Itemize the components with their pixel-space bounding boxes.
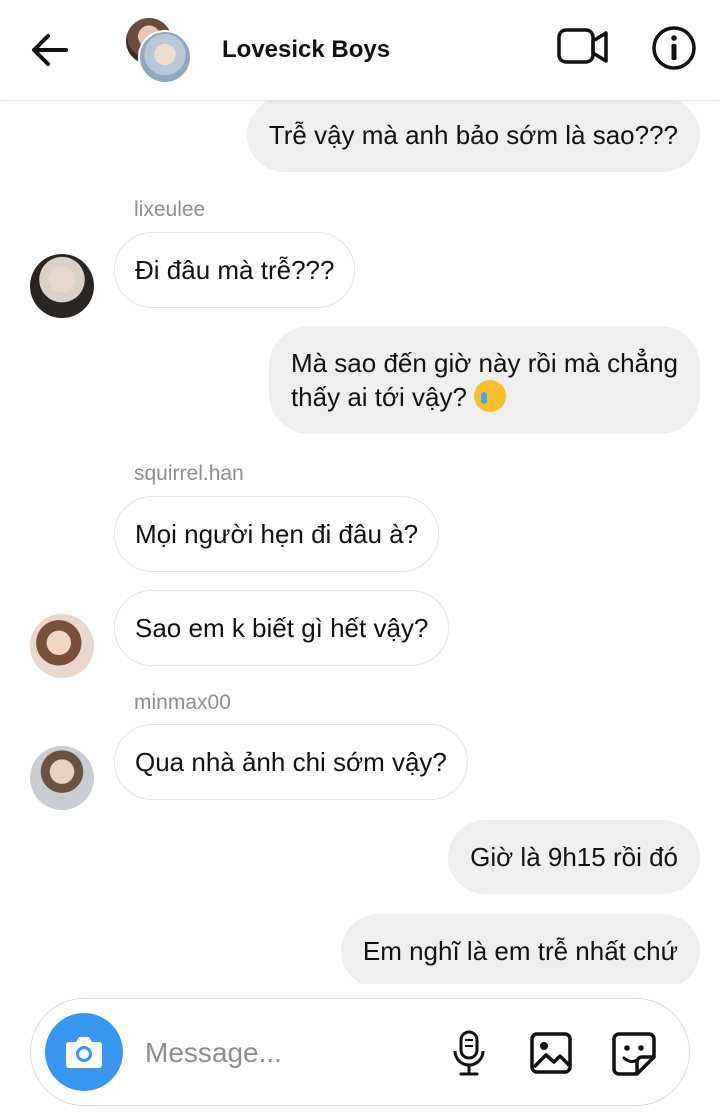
message-incoming[interactable]: Qua nhà ảnh chi sớm vậy? bbox=[114, 724, 468, 800]
avatar[interactable] bbox=[30, 746, 94, 810]
message-incoming[interactable]: Mọi người hẹn đi đâu à? bbox=[114, 496, 440, 572]
info-icon bbox=[652, 26, 696, 70]
info-button[interactable] bbox=[650, 24, 698, 72]
message-outgoing[interactable]: Giờ là 9h15 rồi đó bbox=[448, 820, 700, 894]
sender-name: squirrel.han bbox=[134, 462, 244, 485]
gallery-icon bbox=[530, 1032, 572, 1074]
message-incoming[interactable]: Sao em k biết gì hết vậy? bbox=[114, 590, 450, 666]
message-outgoing[interactable]: Mà sao đến giờ này rồi mà chẳng thấy ai … bbox=[268, 326, 700, 434]
microphone-icon bbox=[453, 1030, 485, 1076]
sender-name: minmax00 bbox=[134, 691, 231, 714]
message-outgoing[interactable]: Em nghĩ là em trễ nhất chứ bbox=[340, 914, 700, 984]
avatar[interactable] bbox=[30, 614, 94, 678]
message-thread[interactable]: Trễ vậy mà anh bảo sớm là sao??? lixeule… bbox=[0, 100, 720, 984]
video-call-icon bbox=[557, 28, 608, 64]
message-incoming[interactable]: Đi đâu mà trễ??? bbox=[114, 232, 356, 308]
camera-button[interactable] bbox=[45, 1013, 123, 1091]
chat-title[interactable]: Lovesick Boys bbox=[222, 36, 390, 64]
gallery-button[interactable] bbox=[529, 1031, 573, 1075]
crying-face-emoji bbox=[474, 380, 507, 412]
camera-icon bbox=[66, 1037, 102, 1068]
video-call-button[interactable] bbox=[556, 24, 610, 70]
sticker-icon bbox=[612, 1032, 656, 1076]
avatar bbox=[138, 30, 192, 84]
message-outgoing[interactable]: Trễ vậy mà anh bảo sớm là sao??? bbox=[246, 100, 700, 172]
avatar[interactable] bbox=[30, 254, 94, 318]
group-avatar[interactable] bbox=[124, 16, 192, 84]
message-line: thấy ai tới vậy? bbox=[290, 382, 467, 412]
back-button[interactable] bbox=[28, 28, 72, 72]
message-line: Mà sao đến giờ này rồi mà chẳng bbox=[290, 348, 678, 378]
message-input[interactable] bbox=[143, 1029, 417, 1077]
microphone-button[interactable] bbox=[449, 1029, 489, 1077]
sender-name: lixeulee bbox=[134, 198, 206, 221]
arrow-left-icon bbox=[32, 34, 68, 66]
message-composer bbox=[30, 998, 690, 1106]
chat-header: Lovesick Boys bbox=[0, 0, 720, 101]
sticker-button[interactable] bbox=[611, 1031, 657, 1077]
